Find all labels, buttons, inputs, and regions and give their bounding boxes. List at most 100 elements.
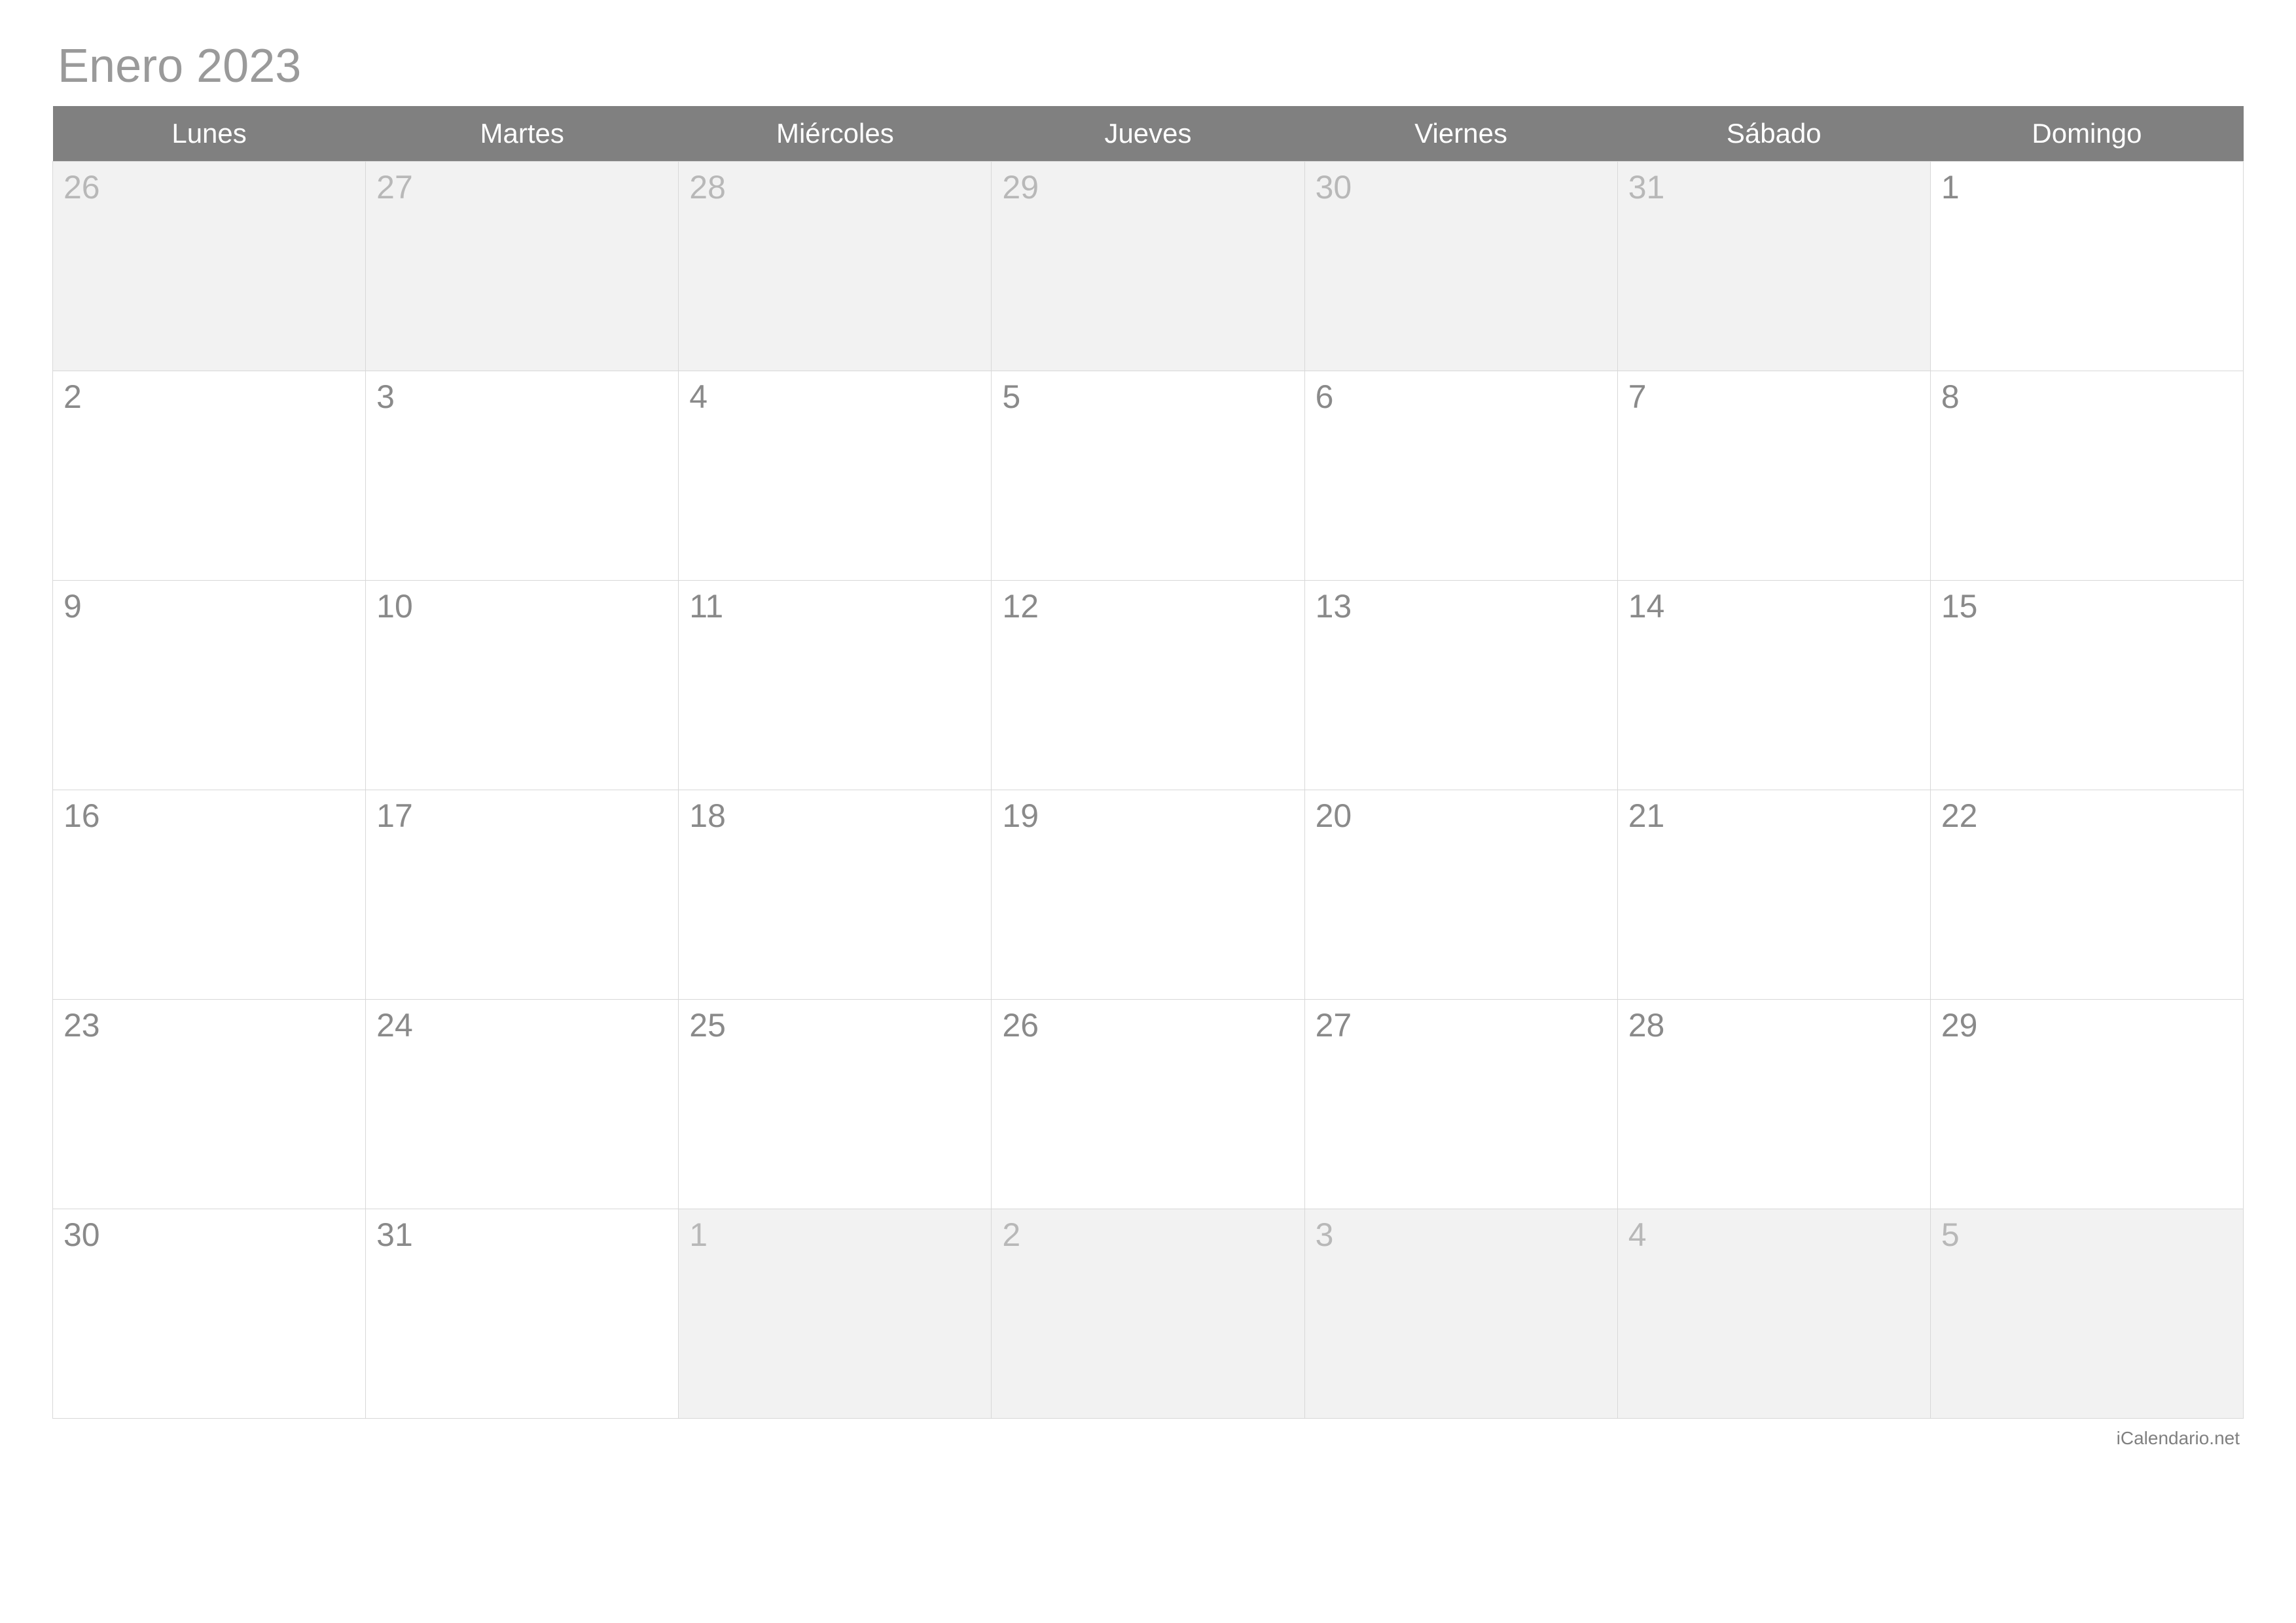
- day-number: 30: [1316, 169, 1352, 206]
- day-number: 4: [1628, 1216, 1647, 1253]
- calendar-day-cell: 24: [366, 1000, 679, 1209]
- calendar-day-cell: 12: [992, 581, 1304, 790]
- day-number: 21: [1628, 797, 1665, 834]
- day-number: 4: [689, 378, 708, 415]
- calendar-week-row: 16 17 18 19 20 21 22: [53, 790, 2244, 1000]
- calendar-body: 2627282930311234567891011121314151617181…: [53, 162, 2244, 1419]
- day-number: 9: [63, 588, 82, 625]
- day-number: 1: [1941, 169, 1960, 206]
- calendar-day-cell: 28: [1617, 1000, 1930, 1209]
- calendar-day-cell: 4: [679, 371, 992, 581]
- day-number: 17: [376, 797, 413, 834]
- calendar-day-cell: 20: [1304, 790, 1617, 1000]
- day-number: 26: [1002, 1007, 1039, 1044]
- day-number: 11: [689, 588, 723, 625]
- footer-credit: iCalendario.net: [52, 1428, 2244, 1449]
- calendar-day-cell: 29: [1930, 1000, 2243, 1209]
- calendar-day-cell: 3: [1304, 1209, 1617, 1419]
- calendar-week-row: 26 27 28 29 30 31 1: [53, 162, 2244, 371]
- calendar-table: Lunes Martes Miércoles Jueves Viernes Sá…: [52, 106, 2244, 1419]
- day-number: 24: [376, 1007, 413, 1044]
- calendar-day-cell: 30: [53, 1209, 366, 1419]
- day-number: 22: [1941, 797, 1978, 834]
- day-number: 29: [1941, 1007, 1978, 1044]
- day-number: 6: [1316, 378, 1334, 415]
- calendar-day-cell: 31: [1617, 162, 1930, 371]
- day-number: 15: [1941, 588, 1978, 625]
- calendar-title: Enero 2023: [52, 39, 2244, 93]
- day-number: 2: [63, 378, 82, 415]
- day-number: 3: [1316, 1216, 1334, 1253]
- calendar-day-cell: 21: [1617, 790, 1930, 1000]
- day-number: 1: [689, 1216, 708, 1253]
- calendar-day-cell: 14: [1617, 581, 1930, 790]
- calendar-day-cell: 26: [992, 1000, 1304, 1209]
- calendar-day-cell: 22: [1930, 790, 2243, 1000]
- day-number: 31: [1628, 169, 1665, 206]
- calendar-header-row: Lunes Martes Miércoles Jueves Viernes Sá…: [53, 106, 2244, 162]
- day-number: 31: [376, 1216, 413, 1253]
- day-number: 13: [1316, 588, 1352, 625]
- day-number: 30: [63, 1216, 100, 1253]
- calendar-day-cell: 29: [992, 162, 1304, 371]
- calendar-day-cell: 8: [1930, 371, 2243, 581]
- day-number: 5: [1941, 1216, 1960, 1253]
- calendar-day-cell: 6: [1304, 371, 1617, 581]
- calendar-day-cell: 23: [53, 1000, 366, 1209]
- day-header-wednesday: Miércoles: [679, 106, 992, 162]
- calendar-day-cell: 30: [1304, 162, 1617, 371]
- calendar-day-cell: 7: [1617, 371, 1930, 581]
- day-number: 25: [689, 1007, 726, 1044]
- calendar-day-cell: 10: [366, 581, 679, 790]
- day-number: 26: [63, 169, 100, 206]
- calendar-day-cell: 9: [53, 581, 366, 790]
- calendar-container: Enero 2023 Lunes Martes Miércoles Jueves…: [52, 39, 2244, 1449]
- day-number: 19: [1002, 797, 1039, 834]
- calendar-week-row: 2 3 4 5 6 7 8: [53, 371, 2244, 581]
- calendar-day-cell: 18: [679, 790, 992, 1000]
- calendar-day-cell: 1: [1930, 162, 2243, 371]
- day-number: 2: [1002, 1216, 1020, 1253]
- calendar-day-cell: 27: [366, 162, 679, 371]
- calendar-day-cell: 26: [53, 162, 366, 371]
- day-number: 12: [1002, 588, 1039, 625]
- calendar-day-cell: 1: [679, 1209, 992, 1419]
- calendar-day-cell: 31: [366, 1209, 679, 1419]
- calendar-day-cell: 17: [366, 790, 679, 1000]
- calendar-day-cell: 28: [679, 162, 992, 371]
- day-header-monday: Lunes: [53, 106, 366, 162]
- day-header-saturday: Sábado: [1617, 106, 1930, 162]
- calendar-day-cell: 27: [1304, 1000, 1617, 1209]
- day-number: 16: [63, 797, 100, 834]
- day-header-tuesday: Martes: [366, 106, 679, 162]
- day-number: 18: [689, 797, 726, 834]
- day-number: 14: [1628, 588, 1665, 625]
- calendar-day-cell: 3: [366, 371, 679, 581]
- day-header-friday: Viernes: [1304, 106, 1617, 162]
- day-number: 3: [376, 378, 395, 415]
- calendar-week-row: 23 24 25 26 27 28 29: [53, 1000, 2244, 1209]
- day-number: 27: [1316, 1007, 1352, 1044]
- day-number: 8: [1941, 378, 1960, 415]
- calendar-day-cell: 25: [679, 1000, 992, 1209]
- calendar-day-cell: 5: [1930, 1209, 2243, 1419]
- calendar-day-cell: 5: [992, 371, 1304, 581]
- day-header-sunday: Domingo: [1930, 106, 2243, 162]
- calendar-day-cell: 4: [1617, 1209, 1930, 1419]
- day-number: 5: [1002, 378, 1020, 415]
- calendar-week-row: 30 31 1 2 3 4 5: [53, 1209, 2244, 1419]
- day-number: 29: [1002, 169, 1039, 206]
- day-number: 10: [376, 588, 413, 625]
- day-number: 28: [689, 169, 726, 206]
- day-number: 27: [376, 169, 413, 206]
- calendar-day-cell: 2: [53, 371, 366, 581]
- calendar-day-cell: 13: [1304, 581, 1617, 790]
- day-number: 20: [1316, 797, 1352, 834]
- calendar-day-cell: 16: [53, 790, 366, 1000]
- calendar-week-row: 9 10 11 12 13 14 15: [53, 581, 2244, 790]
- day-header-thursday: Jueves: [992, 106, 1304, 162]
- day-number: 7: [1628, 378, 1647, 415]
- calendar-day-cell: 15: [1930, 581, 2243, 790]
- calendar-day-cell: 19: [992, 790, 1304, 1000]
- day-number: 28: [1628, 1007, 1665, 1044]
